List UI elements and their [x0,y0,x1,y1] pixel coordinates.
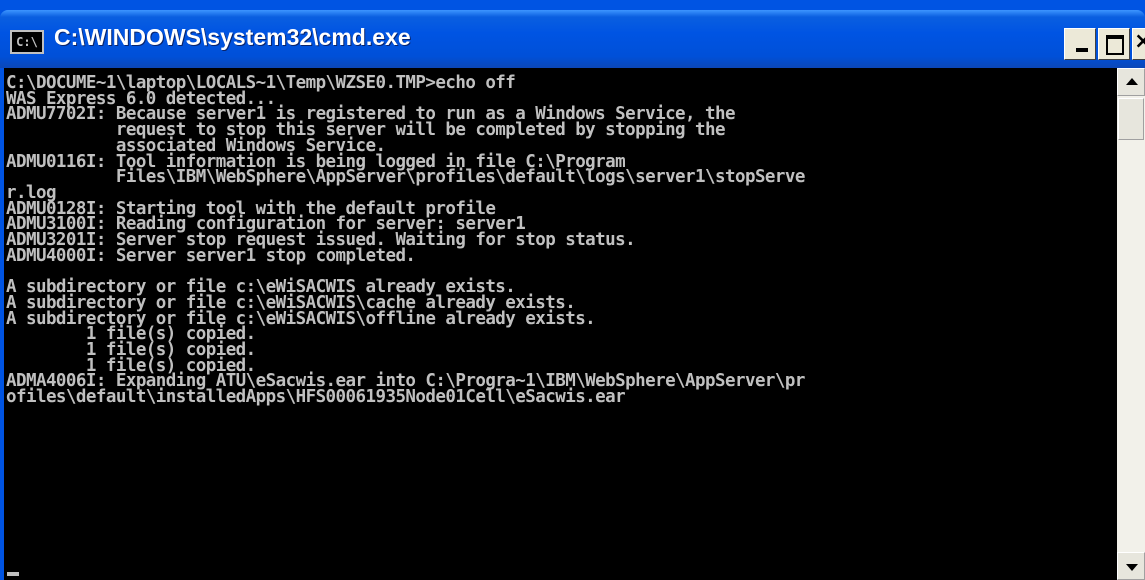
console-text: C:\DOCUME~1\laptop\LOCALS~1\Temp\WZSE0.T… [4,68,1117,406]
window-title: C:\WINDOWS\system32\cmd.exe [54,24,411,50]
maximize-button[interactable] [1098,28,1130,60]
close-icon: × [1134,29,1145,54]
console-line: ofiles\default\installedApps\HFS00061935… [6,387,626,408]
close-button[interactable]: × [1132,28,1145,60]
title-bar[interactable]: C:\ C:\WINDOWS\system32\cmd.exe × [0,10,1145,68]
scroll-thumb[interactable] [1118,98,1144,140]
cmd-app-icon[interactable]: C:\ [10,30,44,54]
console-output[interactable]: C:\DOCUME~1\laptop\LOCALS~1\Temp\WZSE0.T… [4,68,1117,580]
vertical-scrollbar[interactable] [1117,68,1145,580]
minimize-button[interactable] [1064,28,1096,60]
console-line: Files\IBM\WebSphere\AppServer\profiles\d… [6,167,806,188]
cmd-window: C:\ C:\WINDOWS\system32\cmd.exe × C:\DOC… [0,0,1145,580]
console-line: ADMU4000I: Server server1 stop completed… [6,245,416,266]
text-cursor [7,572,19,576]
scroll-down-button[interactable] [1117,552,1145,580]
scroll-up-button[interactable] [1117,68,1145,96]
